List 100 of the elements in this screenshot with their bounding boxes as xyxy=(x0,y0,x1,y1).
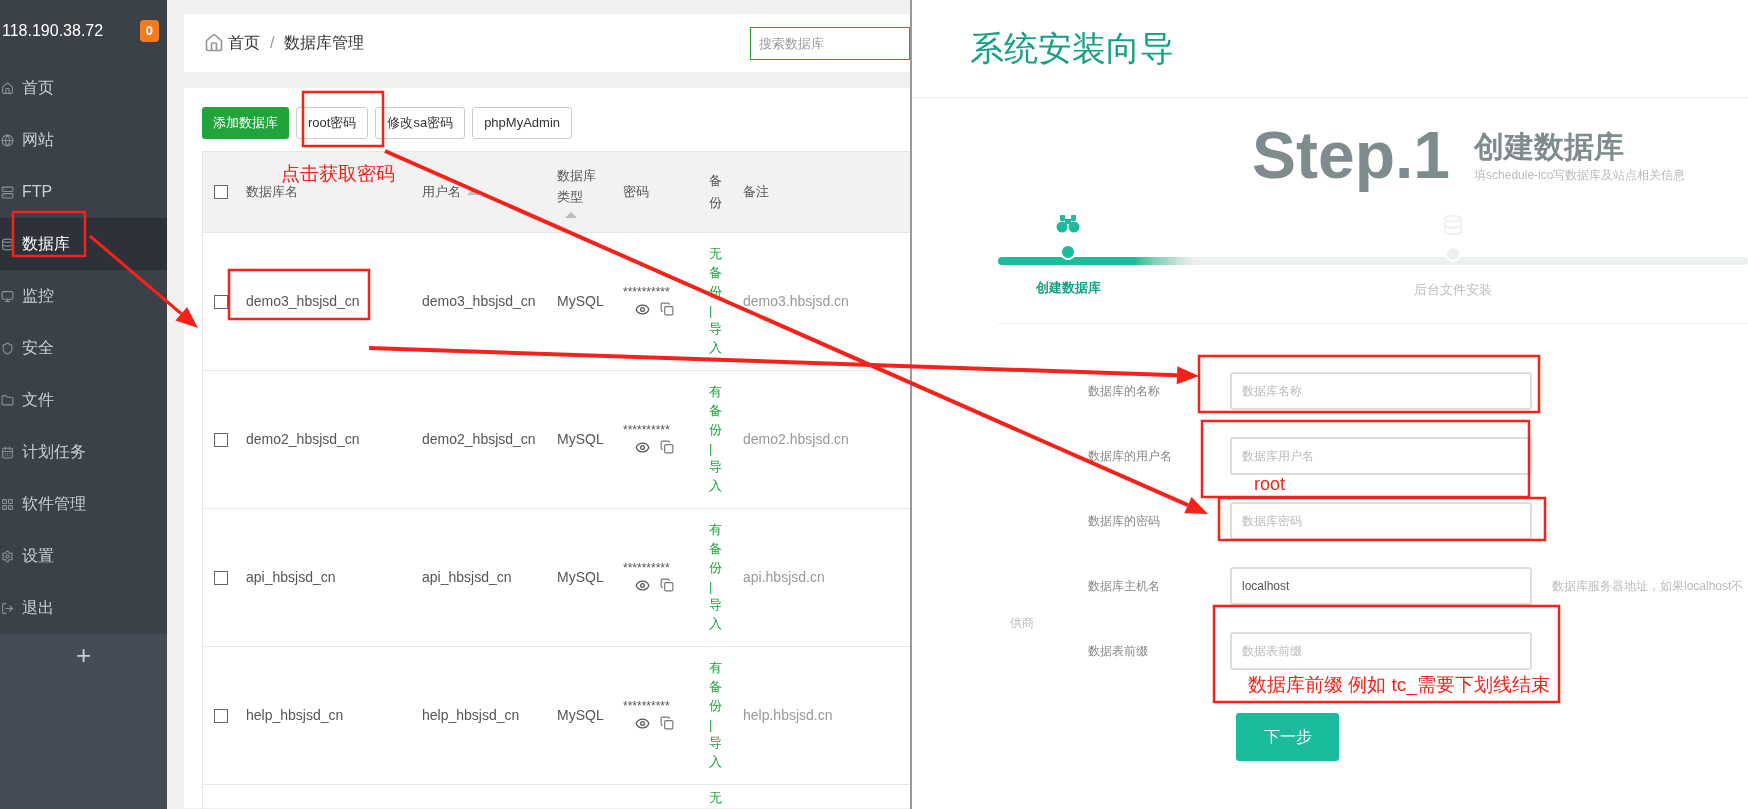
field-hint: 供商 xyxy=(1010,615,1034,632)
field-label: 数据库的名称 xyxy=(1088,382,1161,400)
column-header[interactable]: 密码 xyxy=(623,182,709,202)
table-cell-text: MySQL xyxy=(557,430,605,449)
eye-icon[interactable] xyxy=(635,302,650,317)
table-cell-text: demo3_hbsjsd_cn xyxy=(422,292,537,311)
sort-icon[interactable] xyxy=(467,189,479,195)
table-cell-text: MySQL xyxy=(557,568,605,587)
table-cell-text: api.hbsjsd.cn xyxy=(743,568,825,587)
column-header[interactable]: 数据库名 xyxy=(246,182,422,202)
backup-status: 无 xyxy=(709,789,722,807)
sidebar-item[interactable]: 安全 xyxy=(0,322,167,374)
sidebar-item[interactable]: 网站 xyxy=(0,114,167,166)
table-cell-text: api_hbsjsd_cn xyxy=(246,568,337,587)
sidebar-item[interactable]: 退出 xyxy=(0,582,167,634)
input-field[interactable]: 数据库名称 xyxy=(1230,371,1532,410)
table-cell-text: api_hbsjsd_cn xyxy=(422,568,513,587)
table-cell-text: help_hbsjsd_cn xyxy=(246,706,345,725)
table-cell-text: demo2_hbsjsd_cn xyxy=(422,430,537,449)
breadcrumb-link[interactable]: 首页 xyxy=(228,31,260,55)
backup-status: 有备份 xyxy=(709,382,722,439)
separator: | xyxy=(709,715,714,734)
checkbox[interactable] xyxy=(214,432,228,447)
annotation-text: root xyxy=(1254,474,1286,494)
folder-icon xyxy=(1,393,14,407)
toolbar-button[interactable]: 修改sa密码 xyxy=(375,107,466,139)
separator: | xyxy=(709,577,714,596)
globe-icon xyxy=(1,133,14,147)
table-cell-text: help.hbsjsd.cn xyxy=(743,706,833,725)
checkbox[interactable] xyxy=(214,570,228,585)
annotation-text: 点击获取密码 xyxy=(281,162,395,185)
host-address: 118.190.38.72 xyxy=(1,21,104,41)
monitor-icon xyxy=(1,289,14,303)
sidebar-item[interactable]: 监控 xyxy=(0,270,167,322)
settings-icon xyxy=(1,549,14,563)
checkbox[interactable] xyxy=(214,708,228,723)
sidebar-item[interactable]: 首页 xyxy=(0,62,167,114)
field-label: 数据库的密码 xyxy=(1088,512,1161,530)
copy-icon[interactable] xyxy=(660,302,674,316)
database-icon xyxy=(1,237,14,251)
separator: | xyxy=(709,439,714,458)
sidebar-item[interactable]: 数据库 xyxy=(0,218,167,270)
table-cell-text: help_hbsjsd_cn xyxy=(422,706,521,725)
field-label: 数据库主机名 xyxy=(1088,577,1161,595)
step-label: 后台文件安装 xyxy=(1414,281,1492,299)
toolbar-button[interactable]: root密码 xyxy=(296,107,369,139)
step-subtitle: 填schedule-ico写数据库及站点相关信息 xyxy=(1474,166,1686,184)
sidebar-item[interactable]: 文件 xyxy=(0,374,167,426)
binoculars-icon xyxy=(1056,214,1080,234)
copy-icon[interactable] xyxy=(660,716,674,730)
sidebar-item[interactable]: 设置 xyxy=(0,530,167,582)
sidebar-item[interactable]: 软件管理 xyxy=(0,478,167,530)
password-mask: ********** xyxy=(623,562,670,574)
home-icon xyxy=(1,81,14,95)
add-button[interactable]: + xyxy=(75,642,92,668)
wizard-title: 系统安装向导 xyxy=(970,28,1174,69)
server-icon xyxy=(1,185,14,199)
breadcrumb-separator: / xyxy=(270,33,275,53)
table-cell-text: MySQL xyxy=(557,706,605,725)
input-field[interactable]: 数据库密码 xyxy=(1230,501,1532,540)
password-mask: ********** xyxy=(623,424,670,436)
separator: | xyxy=(709,301,714,320)
checkbox[interactable] xyxy=(214,185,228,199)
search-field[interactable]: 搜索数据库 xyxy=(750,26,910,60)
calendar-icon xyxy=(1,445,14,459)
input-field[interactable]: 数据表前缀 xyxy=(1230,631,1532,670)
backup-status: 有备份 xyxy=(709,658,722,715)
step-label: 创建数据库 xyxy=(1035,279,1101,297)
grid-icon xyxy=(1,497,14,511)
checkbox[interactable] xyxy=(214,294,228,309)
eye-icon[interactable] xyxy=(635,440,650,455)
column-header[interactable]: 备份 xyxy=(709,169,722,215)
field-label: 数据表前缀 xyxy=(1088,642,1149,660)
sidebar-item[interactable]: FTP xyxy=(0,166,167,218)
column-header[interactable]: 备注 xyxy=(743,182,903,202)
table-cell-text: demo3.hbsjsd.cn xyxy=(743,292,849,311)
table-cell-text: demo2_hbsjsd_cn xyxy=(246,430,361,449)
column-header[interactable]: 用户名 xyxy=(422,182,461,202)
annotation-text: 数据库前缀 例如 tc_需要下划线结束 xyxy=(1248,673,1550,697)
input-field[interactable]: 数据库用户名 xyxy=(1230,436,1532,475)
field-label: 数据库的用户名 xyxy=(1088,447,1173,465)
column-header[interactable]: 数据库类型 xyxy=(557,166,599,208)
table-cell-text: MySQL xyxy=(557,292,605,311)
input-field[interactable]: localhost xyxy=(1230,566,1532,605)
sidebar-item[interactable]: 计划任务 xyxy=(0,426,167,478)
eye-icon[interactable] xyxy=(635,716,650,731)
password-mask: ********** xyxy=(623,700,670,712)
home-icon xyxy=(204,33,224,53)
copy-icon[interactable] xyxy=(660,578,674,592)
logout-icon xyxy=(1,601,14,615)
table-cell-text: demo3_hbsjsd_cn xyxy=(246,292,361,311)
shield-icon xyxy=(1,341,14,355)
step-title: 创建数据库 xyxy=(1474,129,1626,165)
table-cell-text: demo2.hbsjsd.cn xyxy=(743,430,849,449)
copy-icon[interactable] xyxy=(660,440,674,454)
backup-status: 有备份 xyxy=(709,520,722,577)
field-hint: 数据库服务器地址，如果localhost不 xyxy=(1552,577,1744,595)
eye-icon[interactable] xyxy=(635,578,650,593)
toolbar-button[interactable]: phpMyAdmin xyxy=(472,107,572,139)
password-mask: ********** xyxy=(623,286,670,298)
